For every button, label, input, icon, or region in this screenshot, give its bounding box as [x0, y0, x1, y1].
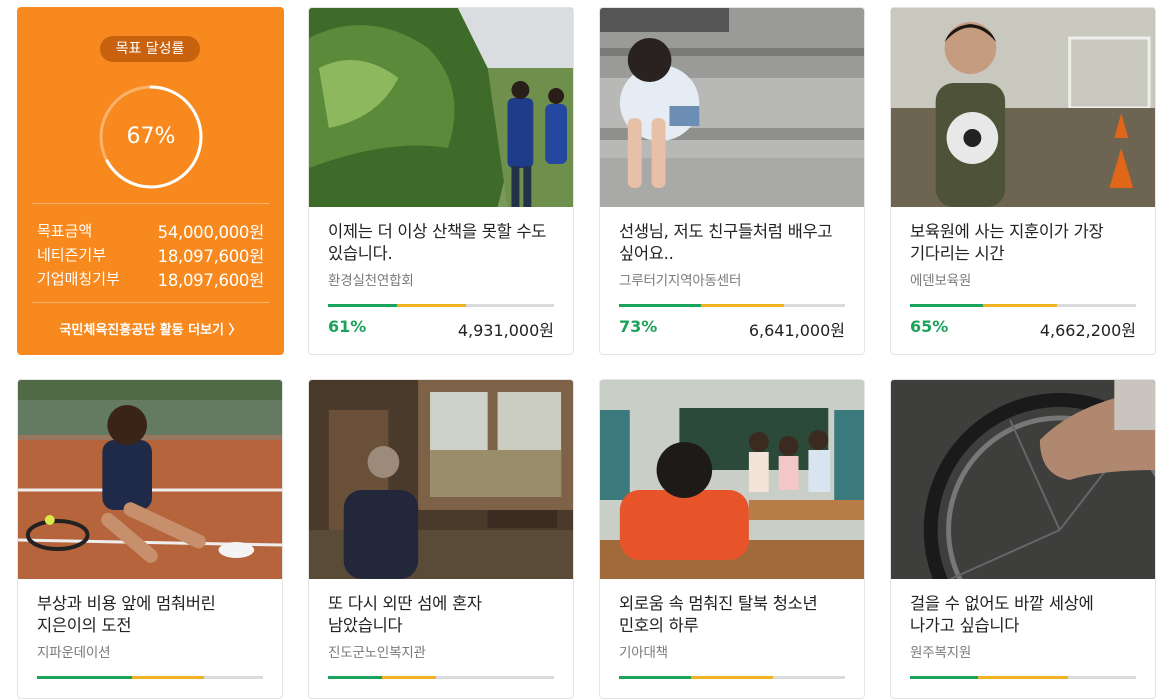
campaign-image[interactable] — [309, 8, 573, 207]
progress-bar — [37, 676, 263, 679]
campaign-title[interactable]: 이제는 더 이상 산책을 못할 수도 있습니다. — [328, 221, 559, 265]
campaign-card[interactable]: 외로움 속 멈춰진 탈북 청소년 민호의 하루 기아대책 — [599, 379, 865, 699]
row-value: 18,097,600원 — [157, 271, 265, 290]
campaign-card[interactable]: 부상과 비용 앞에 멈춰버린 지은이의 도전 지파운데이션 — [17, 379, 283, 699]
row-label: 기업매칭기부 — [37, 270, 120, 288]
campaign-card[interactable]: 이제는 더 이상 산책을 못할 수도 있습니다. 환경실천연합회 61% 4,9… — [308, 7, 574, 355]
progress-fill-secondary — [701, 304, 784, 307]
row-label: 목표금액 — [37, 222, 93, 240]
campaign-image[interactable] — [18, 380, 282, 579]
organization-name: 기아대책 — [619, 645, 668, 661]
progress-bar — [619, 304, 845, 307]
row-value: 54,000,000원 — [157, 223, 265, 242]
progress-fill-secondary — [977, 676, 1069, 679]
divider — [32, 302, 269, 303]
progress-bar — [910, 304, 1136, 307]
organization-name: 그루터기지역아동센터 — [619, 273, 742, 289]
progress-fill-secondary — [382, 676, 437, 679]
goal-summary-panel: 목표 달성률 67% 목표금액 54,000,000원 네티즌기부 18,097… — [17, 7, 284, 355]
organization-name: 진도군노인복지관 — [328, 645, 426, 661]
campaign-card[interactable]: 걸을 수 없어도 바깥 세상에 나가고 싶습니다 원주복지원 — [890, 379, 1156, 699]
campaign-image[interactable] — [600, 8, 864, 207]
progress-fill — [37, 676, 132, 679]
progress-bar — [328, 304, 554, 307]
progress-fill — [619, 304, 702, 307]
row-value: 18,097,600원 — [157, 247, 265, 266]
progress-fill — [619, 676, 692, 679]
progress-fill-secondary — [131, 676, 205, 679]
progress-fill — [328, 676, 383, 679]
progress-percent: 65% — [910, 317, 949, 336]
progress-fill — [910, 304, 984, 307]
organization-name: 에덴보육원 — [910, 273, 972, 289]
progress-fill — [328, 304, 397, 307]
progress-fill-secondary — [983, 304, 1057, 307]
raised-amount: 4,662,200원 — [1039, 321, 1136, 340]
campaign-image[interactable] — [309, 380, 573, 579]
campaign-image[interactable] — [891, 380, 1155, 579]
campaign-title[interactable]: 보육원에 사는 지훈이가 가장 기다리는 시간 — [910, 221, 1141, 265]
organization-name: 지파운데이션 — [37, 645, 111, 661]
progress-percent: 61% — [328, 317, 367, 336]
raised-amount: 4,931,000원 — [457, 321, 554, 340]
campaign-card[interactable]: 보육원에 사는 지훈이가 가장 기다리는 시간 에덴보육원 65% 4,662,… — [890, 7, 1156, 355]
progress-percent: 73% — [619, 317, 658, 336]
campaign-title[interactable]: 또 다시 외딴 섬에 혼자 남았습니다 — [328, 593, 559, 637]
campaign-card[interactable]: 또 다시 외딴 섬에 혼자 남았습니다 진도군노인복지관 — [308, 379, 574, 699]
row-label: 네티즌기부 — [37, 246, 107, 264]
campaign-title[interactable]: 걸을 수 없어도 바깥 세상에 나가고 싶습니다 — [910, 593, 1141, 637]
goal-percent: 67% — [126, 124, 176, 149]
progress-fill-secondary — [691, 676, 773, 679]
organization-name: 원주복지원 — [910, 645, 972, 661]
progress-bar — [328, 676, 554, 679]
campaign-image[interactable] — [600, 380, 864, 579]
progress-fill-secondary — [396, 304, 466, 307]
campaign-title[interactable]: 부상과 비용 앞에 멈춰버린 지은이의 도전 — [37, 593, 268, 637]
campaign-title[interactable]: 선생님, 저도 친구들처럼 배우고 싶어요.. — [619, 221, 850, 265]
organization-name: 환경실천연합회 — [328, 273, 414, 289]
campaign-title[interactable]: 외로움 속 멈춰진 탈북 청소년 민호의 하루 — [619, 593, 850, 637]
progress-bar — [910, 676, 1136, 679]
more-activities-link[interactable]: 국민체육진흥공단 활동 더보기 〉 — [17, 319, 284, 338]
progress-bar — [619, 676, 845, 679]
campaign-card[interactable]: 선생님, 저도 친구들처럼 배우고 싶어요.. 그루터기지역아동센터 73% 6… — [599, 7, 865, 355]
campaign-image[interactable] — [891, 8, 1155, 207]
progress-fill — [910, 676, 978, 679]
divider — [32, 203, 269, 204]
campaign-grid: 목표 달성률 67% 목표금액 54,000,000원 네티즌기부 18,097… — [0, 0, 1164, 699]
goal-rate-badge: 목표 달성률 — [100, 36, 200, 62]
raised-amount: 6,641,000원 — [748, 321, 845, 340]
